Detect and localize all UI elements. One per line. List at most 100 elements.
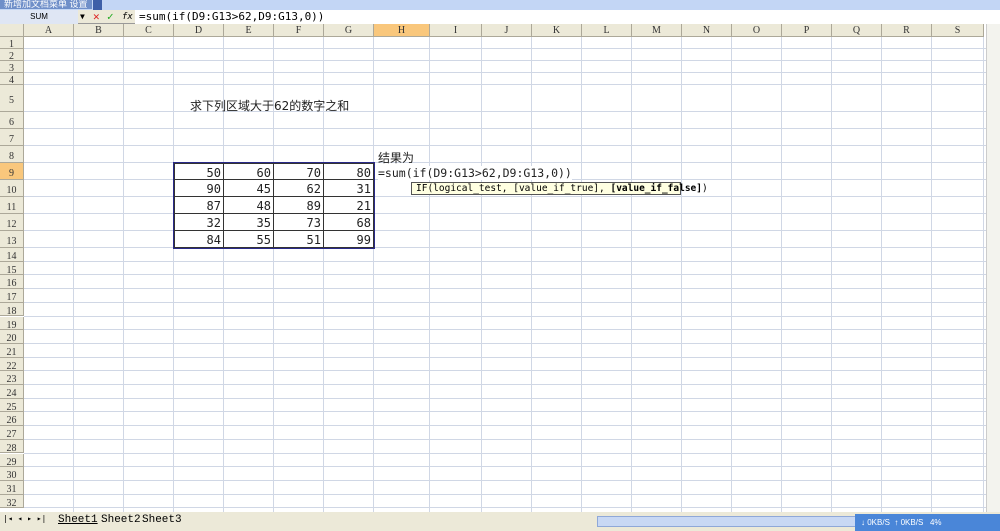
- row-header-32[interactable]: 32: [0, 494, 24, 509]
- horizontal-scrollbar[interactable]: [597, 516, 857, 527]
- column-header-Q[interactable]: Q: [832, 24, 882, 37]
- row-header-20[interactable]: 20: [0, 330, 24, 344]
- row-header-6[interactable]: 6: [0, 112, 24, 129]
- row-header-24[interactable]: 24: [0, 385, 24, 399]
- column-header-R[interactable]: R: [882, 24, 932, 37]
- row-header-26[interactable]: 26: [0, 412, 24, 426]
- column-header-I[interactable]: I: [430, 24, 482, 37]
- column-header-E[interactable]: E: [224, 24, 274, 37]
- gridline: [24, 384, 986, 385]
- gridline: [24, 111, 986, 112]
- column-header-C[interactable]: C: [124, 24, 174, 37]
- menu-label[interactable]: 新增加文档菜单 设置: [0, 0, 92, 9]
- row-header-23[interactable]: 23: [0, 371, 24, 385]
- name-box[interactable]: SUM: [0, 10, 78, 24]
- column-header-O[interactable]: O: [732, 24, 782, 37]
- column-header-A[interactable]: A: [24, 24, 74, 37]
- toolbar-options-button[interactable]: [93, 0, 102, 10]
- row-header-16[interactable]: 16: [0, 275, 24, 289]
- column-header-G[interactable]: G: [324, 24, 374, 37]
- download-icon: ↓: [861, 518, 865, 527]
- row-header-18[interactable]: 18: [0, 302, 24, 317]
- download-speed: 0KB/S: [867, 518, 890, 527]
- row-header-21[interactable]: 21: [0, 343, 24, 358]
- gridline: [24, 288, 986, 290]
- column-header-M[interactable]: M: [632, 24, 682, 37]
- gridline: [24, 315, 986, 317]
- gridline: [24, 196, 986, 197]
- row-header-1[interactable]: 1: [0, 37, 24, 50]
- network-status: ↓ 0KB/S ↑ 0KB/S 4%: [855, 514, 1000, 531]
- row-header-5[interactable]: 5: [0, 85, 24, 112]
- gridline: [24, 84, 986, 85]
- row-header-10[interactable]: 10: [0, 180, 24, 197]
- row-header-13[interactable]: 13: [0, 231, 24, 248]
- select-all-corner[interactable]: [0, 24, 24, 37]
- column-header-S[interactable]: S: [932, 24, 984, 37]
- gridline: [24, 438, 986, 440]
- row-header-30[interactable]: 30: [0, 467, 24, 481]
- gridline: [24, 507, 986, 509]
- row-header-4[interactable]: 4: [0, 73, 24, 86]
- tab-sheet3[interactable]: Sheet3: [142, 514, 182, 526]
- vertical-scrollbar[interactable]: [986, 24, 1000, 512]
- row-header-7[interactable]: 7: [0, 129, 24, 146]
- tab-nav-icons[interactable]: |◂ ◂ ▸ ▸|: [3, 514, 46, 523]
- tooltip-close: ): [701, 183, 708, 194]
- row-header-29[interactable]: 29: [0, 453, 24, 468]
- gridline: [24, 230, 986, 231]
- row-header-12[interactable]: 12: [0, 214, 24, 231]
- row-header-15[interactable]: 15: [0, 261, 24, 276]
- column-header-N[interactable]: N: [682, 24, 732, 37]
- column-header-B[interactable]: B: [74, 24, 124, 37]
- result-label: 结果为: [378, 151, 415, 167]
- function-tooltip: IF(logical_test, [value_if_true], [value…: [411, 182, 708, 195]
- tooltip-args: IF(logical_test, [value_if_true],: [416, 183, 611, 194]
- row-header-11[interactable]: 11: [0, 197, 24, 214]
- column-header-H[interactable]: H: [374, 24, 430, 37]
- row-header-8[interactable]: 8: [0, 146, 24, 163]
- gridline: [24, 247, 986, 248]
- column-header-F[interactable]: F: [274, 24, 324, 37]
- formula-bar: SUM ▼ ✕ ✓ fx =sum(if(D9:G13>62,D9:G13,0)…: [0, 10, 1000, 24]
- column-header-J[interactable]: J: [482, 24, 532, 37]
- row-header-14[interactable]: 14: [0, 248, 24, 262]
- gridline: [24, 356, 986, 358]
- gridline: [24, 48, 986, 49]
- tab-sheet2[interactable]: Sheet2: [101, 514, 141, 526]
- row-header-3[interactable]: 3: [0, 61, 24, 74]
- gridline: [24, 329, 986, 331]
- row-header-25[interactable]: 25: [0, 398, 24, 413]
- gridline: [24, 425, 986, 427]
- row-header-28[interactable]: 28: [0, 439, 24, 454]
- gridline: [24, 397, 986, 399]
- active-cell-editor[interactable]: =sum(if(D9:G13>62,D9:G13,0)): [378, 166, 572, 180]
- column-header-P[interactable]: P: [782, 24, 832, 37]
- gridline: [24, 493, 986, 495]
- column-header-D[interactable]: D: [174, 24, 224, 37]
- column-header-K[interactable]: K: [532, 24, 582, 37]
- gridline: [24, 213, 986, 214]
- range-highlight: [173, 162, 375, 249]
- name-box-dropdown-icon[interactable]: ▼: [80, 10, 85, 24]
- gridline: [24, 370, 986, 372]
- insert-function-icon[interactable]: fx: [122, 10, 133, 24]
- gridline: [24, 479, 986, 481]
- gridline: [24, 260, 986, 262]
- formula-input[interactable]: =sum(if(D9:G13>62,D9:G13,0)): [135, 10, 1000, 24]
- gridline: [24, 60, 986, 61]
- row-header-27[interactable]: 27: [0, 426, 24, 440]
- row-header-17[interactable]: 17: [0, 289, 24, 303]
- column-header-L[interactable]: L: [582, 24, 632, 37]
- enter-check-icon[interactable]: ✓: [107, 10, 114, 24]
- row-header-2[interactable]: 2: [0, 49, 24, 62]
- tab-sheet1[interactable]: Sheet1: [58, 514, 98, 526]
- row-header-22[interactable]: 22: [0, 357, 24, 372]
- cancel-icon[interactable]: ✕: [93, 10, 100, 24]
- gridline: [24, 452, 986, 454]
- row-header-31[interactable]: 31: [0, 480, 24, 495]
- worksheet-grid[interactable]: A B C D E F G H I J K L M N O P Q R S 1 2 3 4 5 6 7 8 9 10 11 12 13 14 15…: [0, 24, 986, 512]
- row-header-19[interactable]: 19: [0, 316, 24, 331]
- row-header-9[interactable]: 9: [0, 163, 24, 180]
- gridline: [24, 162, 986, 163]
